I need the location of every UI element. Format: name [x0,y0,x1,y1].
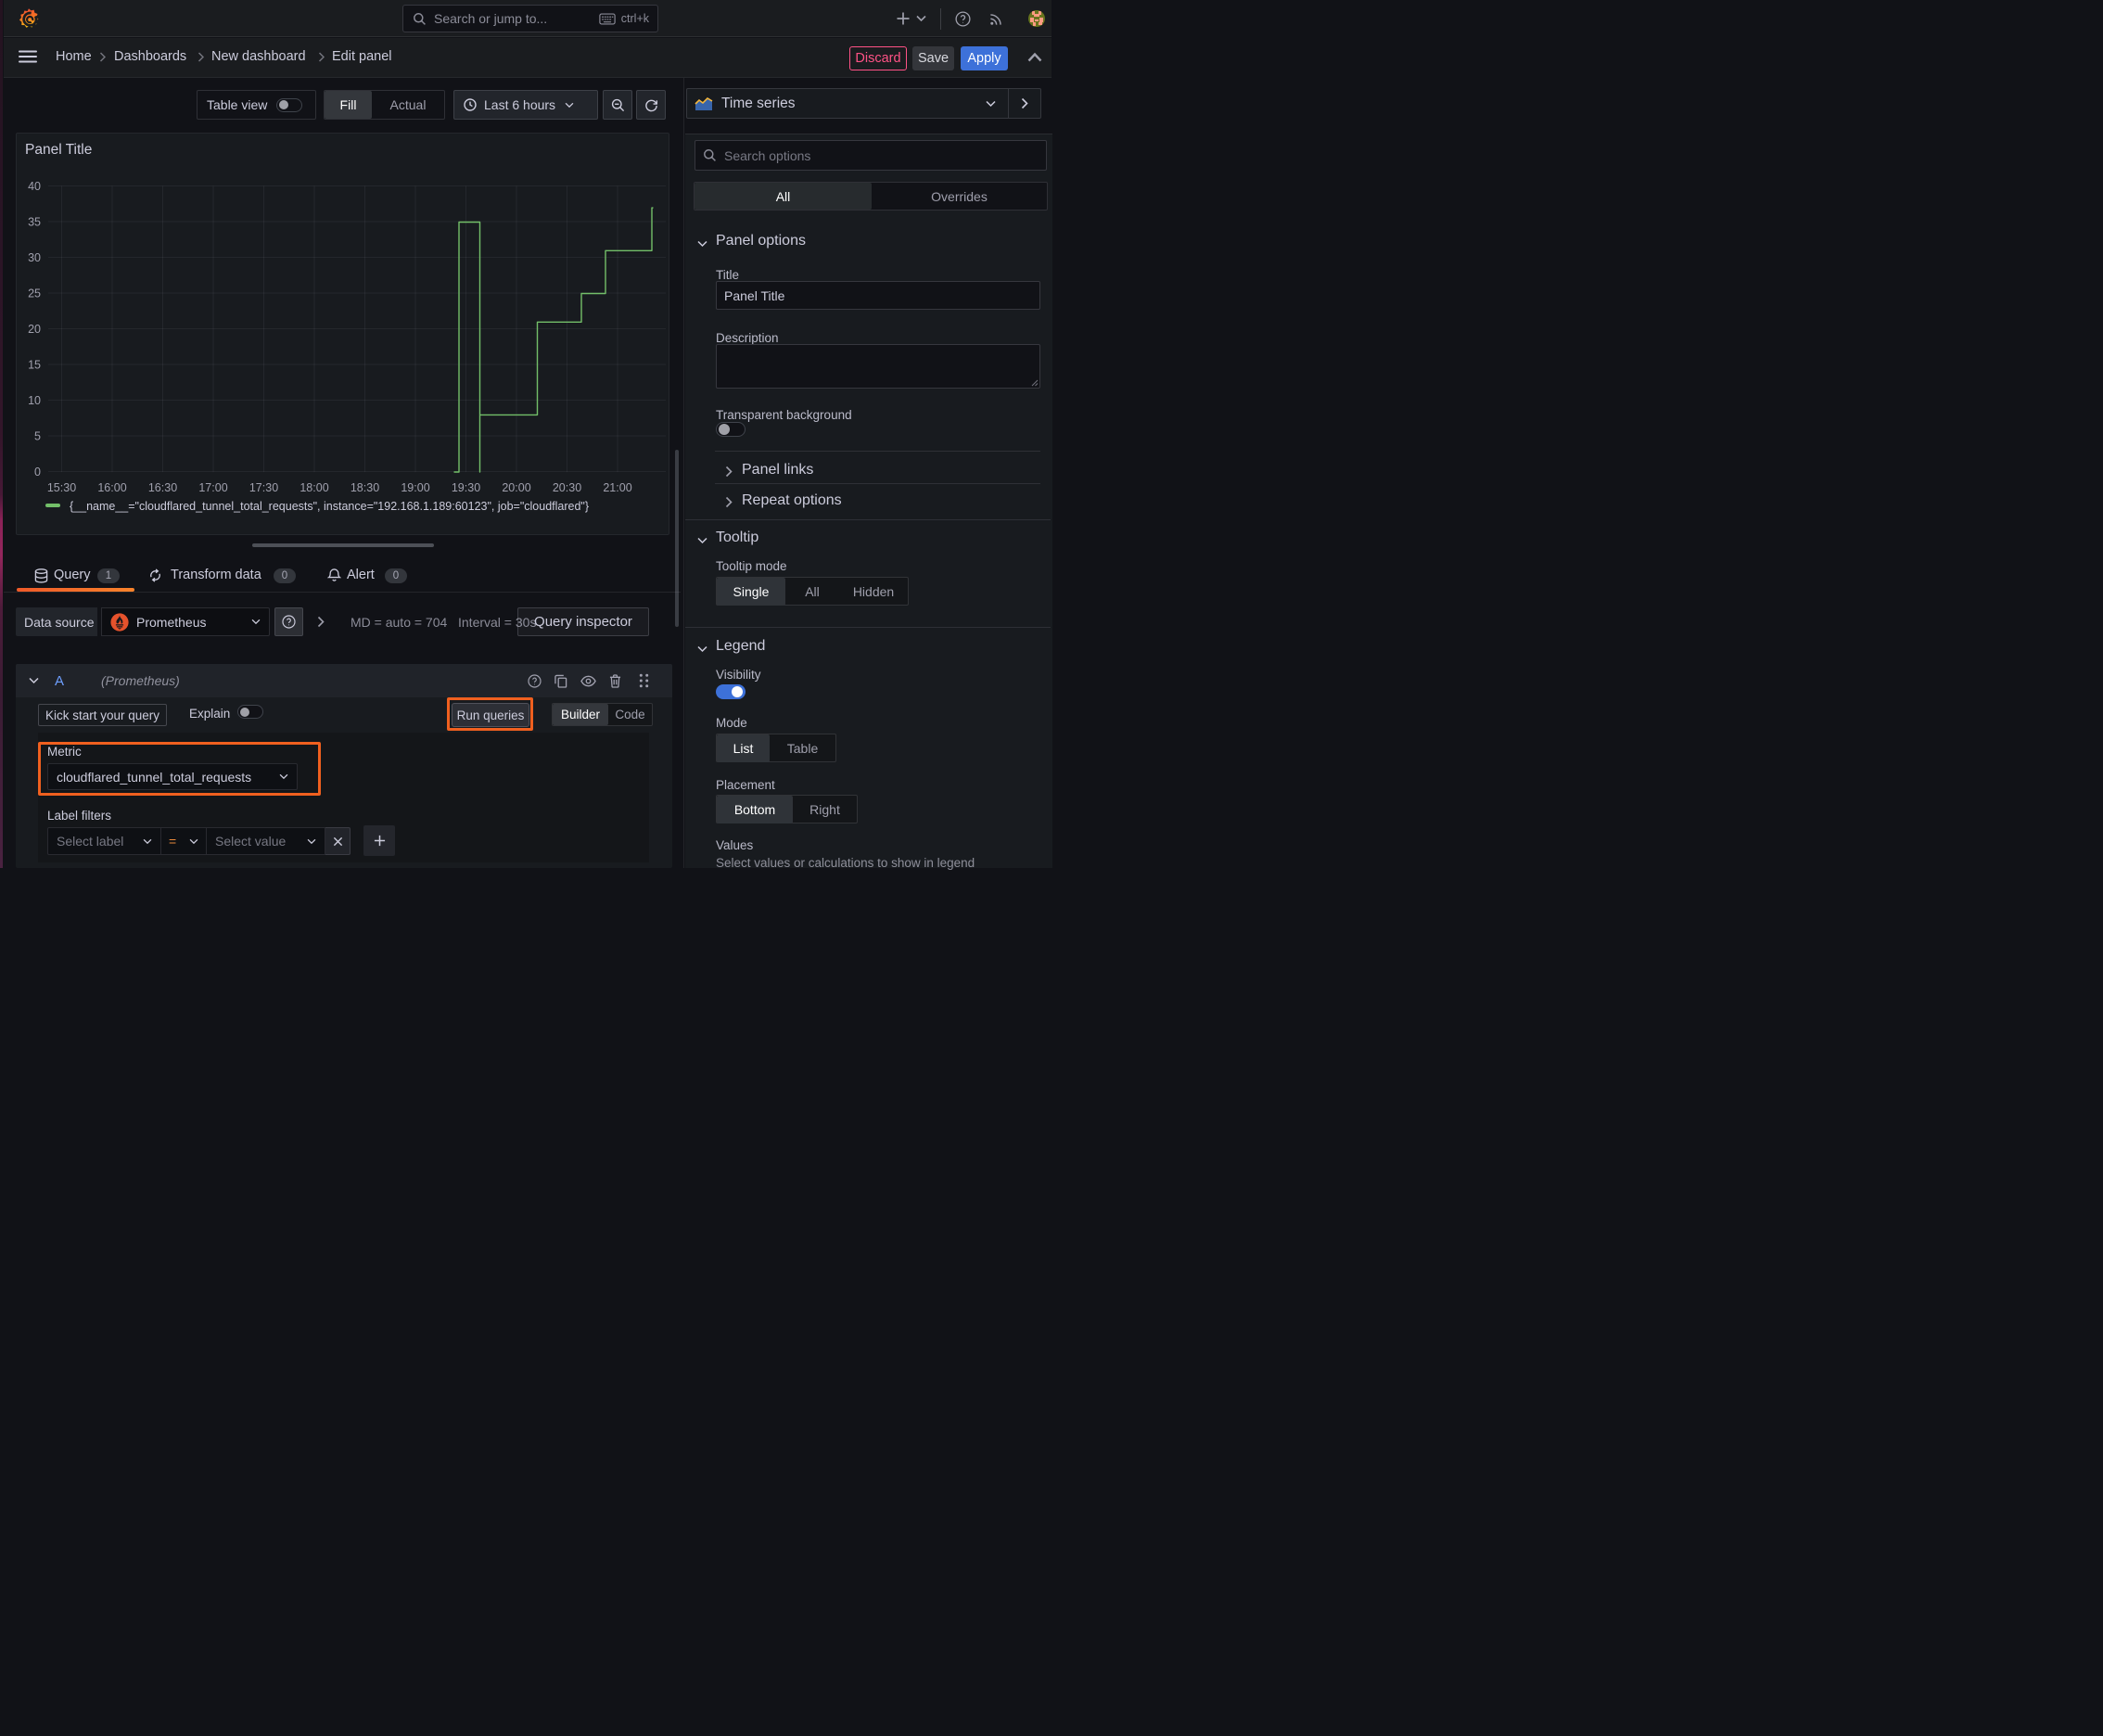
svg-text:20:00: 20:00 [502,481,530,494]
svg-text:30: 30 [28,251,41,264]
svg-text:15: 15 [28,359,41,372]
svg-text:19:30: 19:30 [452,481,480,494]
svg-text:19:00: 19:00 [401,481,429,494]
svg-text:35: 35 [28,216,41,229]
svg-text:15:30: 15:30 [47,481,76,494]
svg-text:21:00: 21:00 [603,481,631,494]
svg-text:17:30: 17:30 [249,481,278,494]
svg-text:16:00: 16:00 [97,481,126,494]
svg-text:5: 5 [34,430,41,443]
svg-text:17:00: 17:00 [198,481,227,494]
svg-text:20:30: 20:30 [553,481,581,494]
svg-text:16:30: 16:30 [148,481,177,494]
svg-text:10: 10 [28,394,41,407]
svg-text:18:30: 18:30 [350,481,379,494]
svg-text:0: 0 [34,466,41,479]
svg-text:25: 25 [28,287,41,300]
svg-text:20: 20 [28,323,41,336]
svg-text:18:00: 18:00 [300,481,328,494]
svg-text:{__name__="cloudflared_tunnel_: {__name__="cloudflared_tunnel_total_requ… [70,500,589,513]
svg-text:40: 40 [28,180,41,193]
